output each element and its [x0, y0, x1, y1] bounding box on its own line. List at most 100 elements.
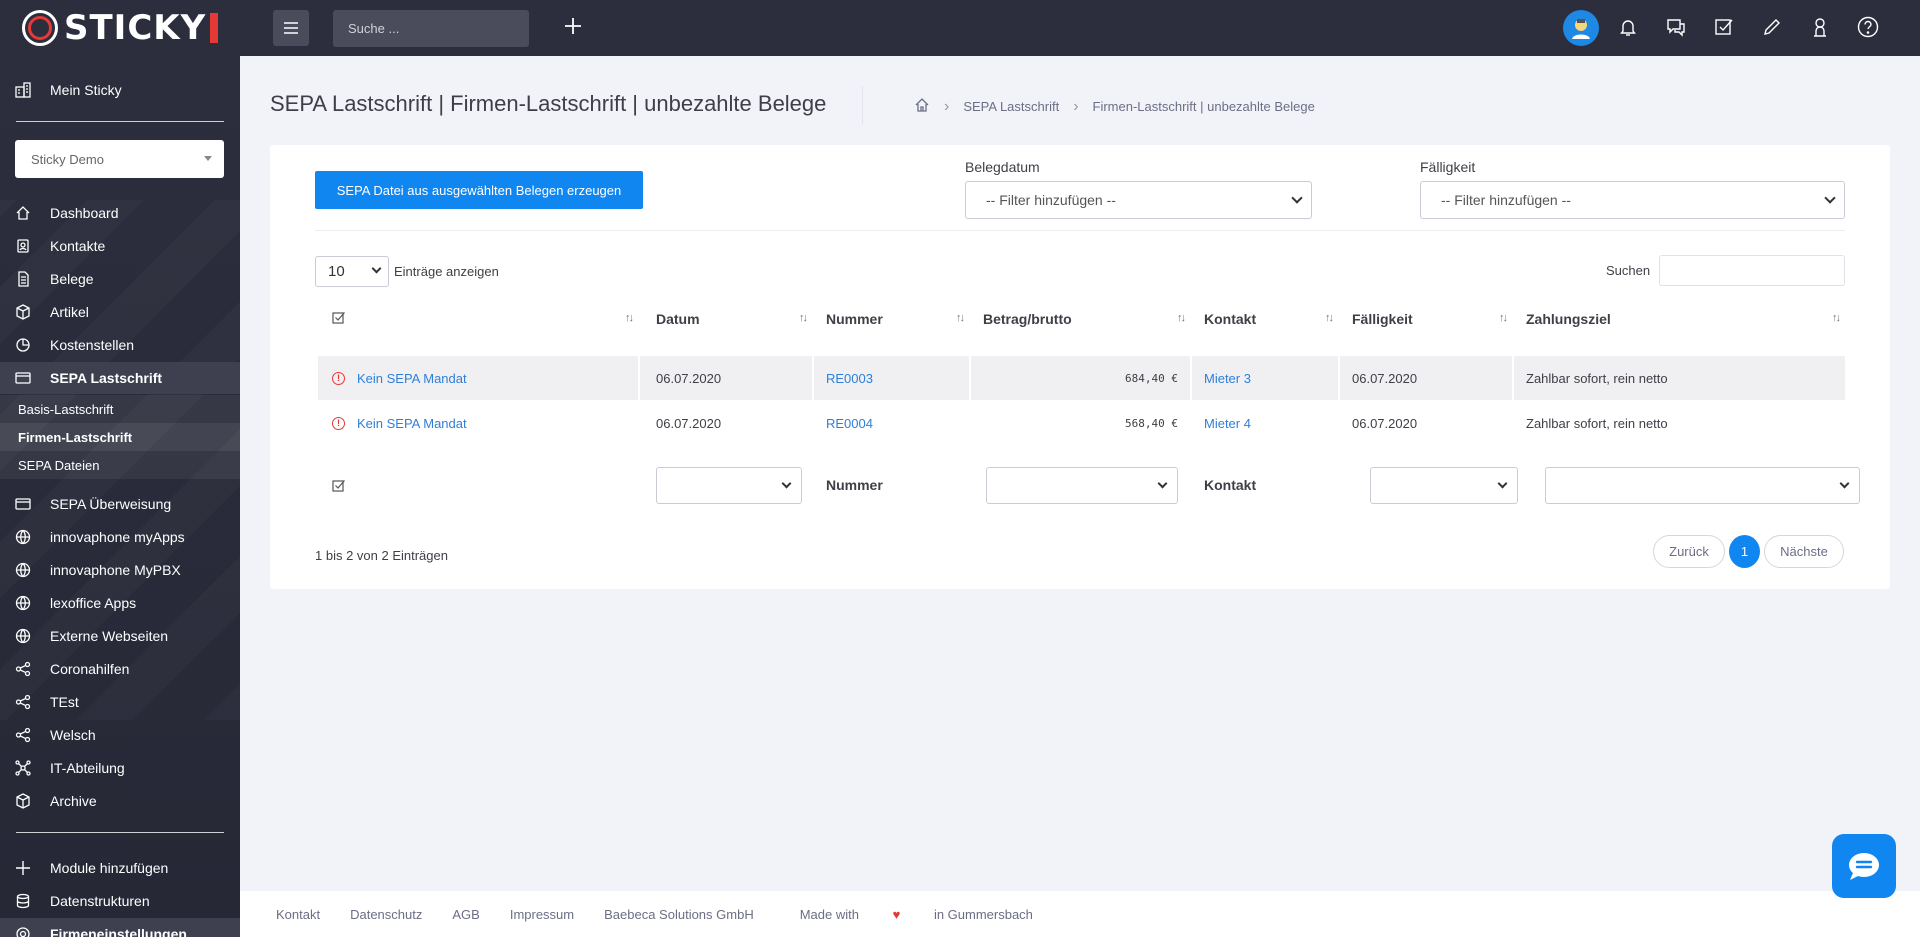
sidebar-subitem-firmen-lastschrift[interactable]: Firmen-Lastschrift [0, 423, 240, 451]
column-header-nummer[interactable]: Nummer ↑↓ [814, 302, 969, 336]
cell-divider [1512, 356, 1514, 400]
pagination-page-1[interactable]: 1 [1729, 535, 1760, 568]
column-header-kontakt[interactable]: Kontakt ↑↓ [1192, 302, 1338, 336]
sidebar-item-coronahilfen[interactable]: Coronahilfen [0, 653, 240, 685]
status-cell: ! Kein SEPA Mandat [332, 356, 467, 400]
app-logo[interactable]: STICKY [22, 8, 219, 48]
column-header-betrag[interactable]: Betrag/brutto ↑↓ [971, 302, 1190, 336]
sidebar-item-belege[interactable]: Belege [0, 263, 240, 295]
pagination-prev-button[interactable]: Zurück [1653, 535, 1725, 568]
sidebar-item-firmeneinstellungen[interactable]: Firmeneinstellungen [0, 918, 240, 937]
chat-icon [1667, 19, 1685, 37]
messages-button[interactable] [1664, 15, 1688, 39]
footer-filter-datum[interactable] [656, 467, 802, 504]
select-all-checkbox-icon[interactable] [332, 311, 346, 328]
create-sepa-file-button[interactable]: SEPA Datei aus ausgewählten Belegen erze… [315, 171, 643, 209]
sidebar-item-label: Kostenstellen [50, 337, 135, 353]
chevron-down-icon [781, 478, 792, 489]
status-link[interactable]: Kein SEPA Mandat [357, 371, 467, 386]
faelligkeit-cell: 06.07.2020 [1352, 370, 1418, 386]
pagination-next-button[interactable]: Nächste [1764, 535, 1844, 568]
filter-select-faelligkeit[interactable]: -- Filter hinzufügen -- [1420, 181, 1845, 219]
sidebar-item-sepa-lastschrift[interactable]: SEPA Lastschrift [0, 362, 240, 394]
footer-label-kontakt: Kontakt [1204, 477, 1257, 493]
notifications-button[interactable] [1616, 15, 1640, 39]
home-icon[interactable] [914, 97, 930, 116]
chat-widget-button[interactable] [1832, 834, 1896, 898]
sidebar-item-welsch[interactable]: Welsch [0, 719, 240, 751]
nummer-link[interactable]: RE0004 [826, 401, 873, 445]
table-search-input[interactable] [1659, 255, 1845, 286]
caret-down-icon [204, 156, 212, 161]
page-length-select[interactable]: 10 [315, 256, 389, 287]
sidebar-item-innovaphone-myapps[interactable]: innovaphone myApps [0, 521, 240, 553]
sidebar-subitem-basis-lastschrift[interactable]: Basis-Lastschrift [0, 395, 240, 423]
add-button[interactable] [564, 14, 582, 42]
column-header-zahlungsziel[interactable]: Zahlungsziel ↑↓ [1514, 302, 1845, 336]
sidebar-item-archive[interactable]: Archive [0, 785, 240, 817]
sidebar-item-dashboard[interactable]: Dashboard [0, 197, 240, 229]
breadcrumb-item[interactable]: SEPA Lastschrift [963, 99, 1059, 114]
sidebar-item-label: Dashboard [50, 205, 119, 221]
footer-filter-zahlungsziel[interactable] [1545, 467, 1860, 504]
footer-checkbox-icon[interactable] [332, 479, 346, 498]
kontakt-link[interactable]: Mieter 4 [1204, 401, 1251, 445]
zahlungsziel-cell: Zahlbar sofort, rein netto [1526, 370, 1668, 386]
sort-icon: ↑↓ [1832, 312, 1841, 324]
sidebar-subitem-sepa-dateien[interactable]: SEPA Dateien [0, 451, 240, 479]
search-input[interactable] [333, 10, 529, 47]
column-header-faelligkeit[interactable]: Fälligkeit ↑↓ [1340, 302, 1512, 336]
sidebar-item-test[interactable]: TEst [0, 686, 240, 718]
workspace-select[interactable]: Sticky Demo [15, 140, 224, 178]
sidebar-item-sepa-ueberweisung[interactable]: SEPA Überweisung [0, 488, 240, 520]
home-icon [14, 204, 32, 222]
sidebar-item-innovaphone-mypbx[interactable]: innovaphone MyPBX [0, 554, 240, 586]
menu-toggle-button[interactable] [273, 10, 309, 46]
sidebar-item-artikel[interactable]: Artikel [0, 296, 240, 328]
database-icon [14, 892, 32, 910]
avatar[interactable] [1563, 10, 1599, 46]
table-row[interactable]: ! Kein SEPA Mandat 06.07.2020 RE0003 684,… [318, 356, 1845, 400]
sidebar-item-it-abteilung[interactable]: IT-Abteilung [0, 752, 240, 784]
globe-icon [14, 528, 32, 546]
breadcrumb-item[interactable]: Firmen-Lastschrift | unbezahlte Belege [1093, 99, 1315, 114]
sidebar-item-datenstrukturen[interactable]: Datenstrukturen [0, 885, 240, 917]
footer-link-impressum[interactable]: Impressum [510, 907, 574, 922]
sidebar-item-label: Kontakte [50, 238, 106, 254]
cell-divider [812, 356, 814, 400]
warning-icon: ! [332, 371, 345, 385]
sidebar-item-label: innovaphone MyPBX [50, 562, 181, 578]
tasks-button[interactable] [1712, 15, 1736, 39]
sidebar-item-label: Artikel [50, 304, 89, 320]
sidebar-item-kontakte[interactable]: Kontakte [0, 230, 240, 262]
sort-icon: ↑↓ [799, 312, 808, 324]
footer-link-company[interactable]: Baebeca Solutions GmbH [604, 907, 754, 922]
sidebar-item-mein-sticky[interactable]: Mein Sticky [0, 74, 240, 106]
user-button[interactable] [1808, 15, 1832, 39]
status-link[interactable]: Kein SEPA Mandat [357, 416, 467, 431]
footer-link-agb[interactable]: AGB [452, 907, 479, 922]
nummer-link[interactable]: RE0003 [826, 356, 873, 400]
breadcrumb: › SEPA Lastschrift › Firmen-Lastschrift … [914, 97, 1315, 116]
help-button[interactable] [1856, 15, 1880, 39]
table-row[interactable]: ! Kein SEPA Mandat 06.07.2020 RE0004 568,… [318, 401, 1845, 445]
sidebar-item-label: Firmeneinstellungen [50, 926, 187, 937]
sidebar-item-lexoffice-apps[interactable]: lexoffice Apps [0, 587, 240, 619]
edit-button[interactable] [1760, 15, 1784, 39]
status-cell: ! Kein SEPA Mandat [332, 401, 467, 445]
filter-select-belegdatum[interactable]: -- Filter hinzufügen -- [965, 181, 1312, 219]
column-header-select[interactable]: ↑↓ [318, 302, 638, 336]
column-header-datum[interactable]: Datum ↑↓ [640, 302, 812, 336]
footer-filter-faelligkeit[interactable] [1370, 467, 1518, 504]
kontakt-link[interactable]: Mieter 3 [1204, 356, 1251, 400]
footer-link-kontakt[interactable]: Kontakt [276, 907, 320, 922]
box-icon [14, 792, 32, 810]
sidebar-item-kostenstellen[interactable]: Kostenstellen [0, 329, 240, 361]
sidebar-item-module-hinzufuegen[interactable]: Module hinzufügen [0, 852, 240, 884]
document-icon [14, 270, 32, 288]
footer-filter-betrag[interactable] [986, 467, 1178, 504]
datum-cell: 06.07.2020 [656, 370, 722, 386]
sidebar-item-externe-webseiten[interactable]: Externe Webseiten [0, 620, 240, 652]
footer-link-datenschutz[interactable]: Datenschutz [350, 907, 422, 922]
share-icon [14, 693, 32, 711]
